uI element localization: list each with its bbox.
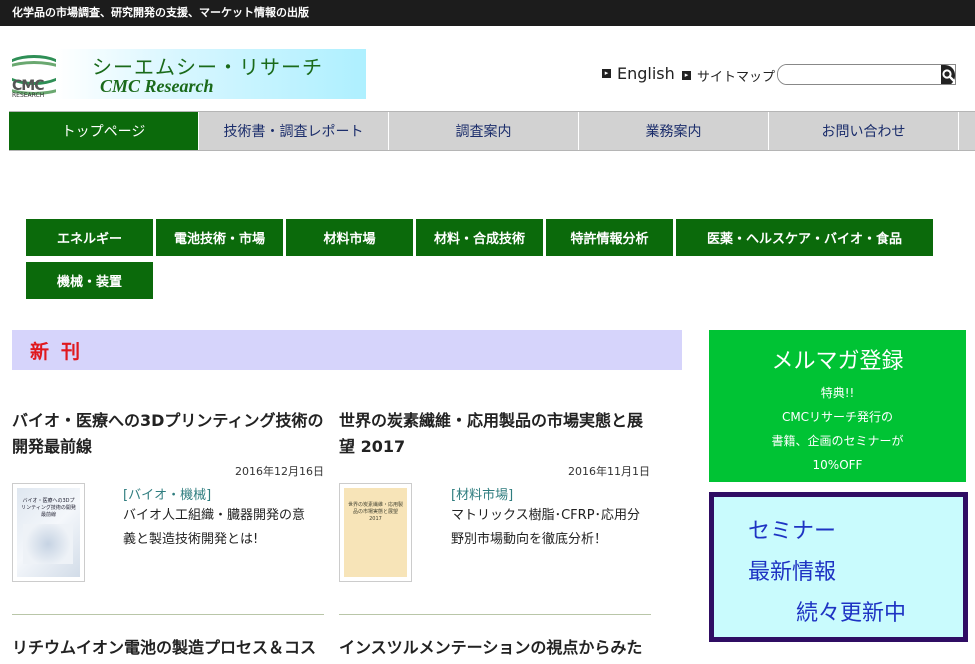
mailmag-line: 特典!! [820,386,855,400]
book-title-line: 望 2017 [339,437,406,456]
mailmag-title: メルマガ登録 [771,349,904,374]
book-description-line: マトリックス樹脂･CFRP･応用分 [451,508,641,523]
book-title-line: インスツルメンテーションの視点からみた [339,638,643,657]
book-description: バイオ人工組織・臓器開発の意 義と製造技術開発とは! [123,504,323,552]
logo-mark-icon: CMC RESEARCH [12,49,56,99]
site-logo[interactable]: CMC RESEARCH シーエムシー・リサーチ CMC Research [12,49,366,99]
category-patent-analysis[interactable]: 特許情報分析 [546,219,673,256]
divider [12,614,324,615]
logo-mark-subtext: RESEARCH [12,92,45,99]
category-energy[interactable]: エネルギー [26,219,153,256]
book-description: マトリックス樹脂･CFRP･応用分 野別市場動向を徹底分析！ [451,504,653,552]
sitemap-link-label: サイトマップ [697,70,776,85]
book-description-line: 義と製造技術開発とは! [123,532,259,547]
book-title-line: バイオ・医療への3Dプリンティング技術の [12,411,324,430]
seminar-info-banner[interactable]: セミナー 最新情報 続々更新中 [709,492,968,642]
search-icon [941,69,955,82]
category-battery[interactable]: 電池技術・市場 [156,219,283,256]
top-tagline-bar: 化学品の市場調査、研究開発の支援、マーケット情報の出版 [0,0,975,26]
seminar-line: 最新情報 [748,560,837,585]
arrow-right-icon: ▸ [682,71,691,80]
book-cover-title: 世界の炭素繊維・応用製品の市場実態と展望 2017 [348,502,404,522]
mailmag-line: CMCリサーチ発行の [781,410,894,424]
book-thumbnail[interactable]: バイオ・医療への3Dプリンティング技術の開発最前線 [12,483,85,582]
new-releases-heading: 新刊 [12,330,682,370]
category-machinery[interactable]: 機械・装置 [26,262,153,299]
mailmag-line: 10%OFF [812,458,863,472]
book-title-link[interactable]: バイオ・医療への3Dプリンティング技術の 開発最前線 [12,408,324,460]
book-cover-title: バイオ・医療への3Dプリンティング技術の開発最前線 [21,498,76,518]
category-materials-market[interactable]: 材料市場 [286,219,413,256]
nav-books-reports[interactable]: 技術書・調査レポート [199,112,389,150]
search-box [777,64,956,85]
english-link[interactable]: ▸ English [602,64,675,83]
book-title-link[interactable]: 世界の炭素繊維・応用製品の市場実態と展 望 2017 [339,408,651,460]
category-medical-bio-food[interactable]: 医薬・ヘルスケア・バイオ・食品 [676,219,933,256]
book-title-line: リチウムイオン電池の製造プロセス＆コス [12,638,317,657]
nav-research-guide[interactable]: 調査案内 [389,112,579,150]
book-cover-image: 世界の炭素繊維・応用製品の市場実態と展望 2017 [344,488,407,577]
nav-contact[interactable]: お問い合わせ [769,112,959,150]
divider [339,614,651,615]
book-title-link[interactable]: リチウムイオン電池の製造プロセス＆コス [12,635,324,661]
seminar-line: 続々更新中 [796,601,907,626]
english-link-label: English [617,64,675,83]
mailmag-signup-banner[interactable]: メルマガ登録 特典!! CMCリサーチ発行の 書籍、企画のセミナーが 10%OF… [709,330,966,482]
book-date: 2016年11月1日 [568,465,650,478]
book-cover-image: バイオ・医療への3Dプリンティング技術の開発最前線 [17,488,80,577]
book-cover-graphic [23,524,73,564]
sitemap-link[interactable]: ▸ サイトマップ [682,66,775,85]
book-title-link[interactable]: インスツルメンテーションの視点からみた [339,635,651,661]
category-materials-synthesis[interactable]: 材料・合成技術 [416,219,543,256]
new-releases-heading-text: 新刊 [30,340,93,363]
search-button[interactable] [941,65,955,84]
book-description-line: 野別市場動向を徹底分析！ [451,532,608,547]
logo-english-name: CMC Research [100,76,214,96]
book-thumbnail[interactable]: 世界の炭素繊維・応用製品の市場実態と展望 2017 [339,483,412,582]
book-description-line: バイオ人工組織・臓器開発の意 [123,508,306,523]
book-category: [材料市場] [451,488,514,503]
arrow-right-icon: ▸ [602,69,611,78]
book-title-line: 開発最前線 [12,437,93,456]
book-date: 2016年12月16日 [235,465,324,478]
book-title-line: 世界の炭素繊維・応用製品の市場実態と展 [339,411,644,430]
search-input[interactable] [778,65,941,84]
mailmag-description: 特典!! CMCリサーチ発行の 書籍、企画のセミナーが 10%OFF [709,381,966,477]
tagline-text: 化学品の市場調査、研究開発の支援、マーケット情報の出版 [12,6,309,19]
seminar-line: セミナー [748,519,837,544]
logo-banner: シーエムシー・リサーチ CMC Research [56,49,366,99]
book-category: [バイオ・機械] [123,488,212,503]
main-navigation: トップページ 技術書・調査レポート 調査案内 業務案内 お問い合わせ [9,111,975,151]
nav-top-page[interactable]: トップページ [9,112,199,150]
nav-business-guide[interactable]: 業務案内 [579,112,769,150]
mailmag-line: 書籍、企画のセミナーが [771,434,904,448]
